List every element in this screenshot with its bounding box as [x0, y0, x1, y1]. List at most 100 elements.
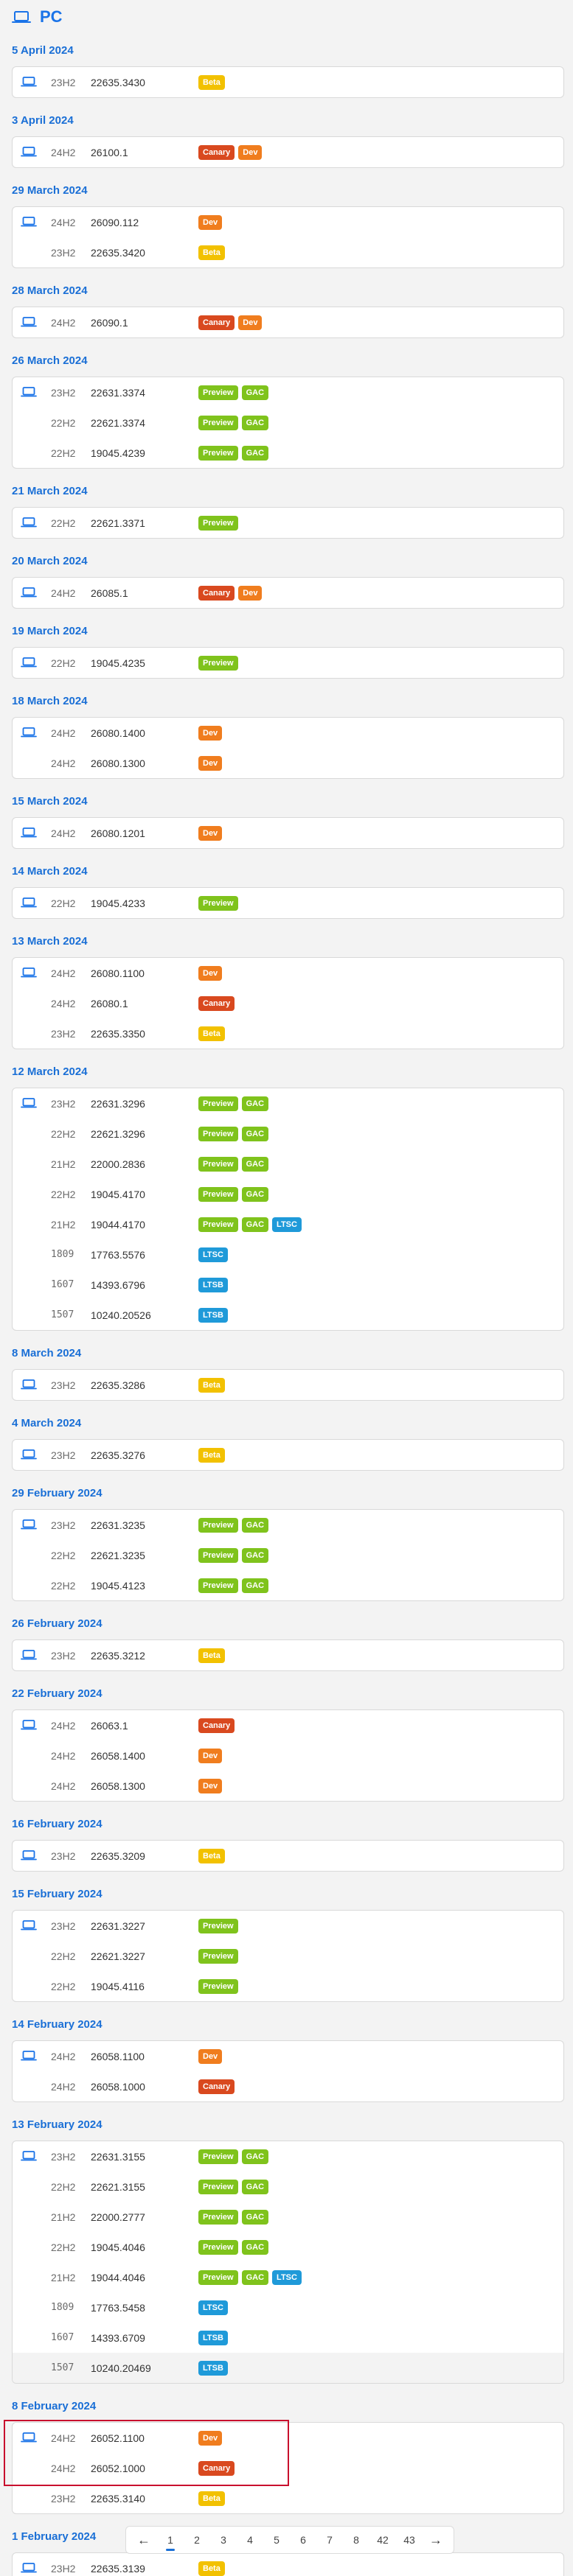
build-number[interactable]: 22635.3140: [91, 2493, 145, 2505]
build-row[interactable]: 23H2 22635.3209 Beta: [13, 1841, 563, 1871]
build-row[interactable]: 21H2 22000.2777 Preview GAC: [13, 2202, 563, 2232]
build-number[interactable]: 22631.3296: [91, 1098, 145, 1110]
build-number[interactable]: 26080.1201: [91, 827, 145, 839]
build-row[interactable]: 23H2 22635.3139 Beta: [13, 2553, 563, 2576]
build-row[interactable]: 23H2 22635.3430 Beta: [13, 67, 563, 97]
build-row[interactable]: 23H2 22631.3374 Preview GAC: [13, 377, 563, 407]
page-link[interactable]: 4: [237, 2527, 263, 2553]
build-number[interactable]: 22635.3139: [91, 2563, 145, 2575]
build-number[interactable]: 26090.112: [91, 217, 139, 228]
page-link[interactable]: 8: [343, 2527, 369, 2553]
build-number[interactable]: 26080.1100: [91, 967, 145, 979]
build-row[interactable]: 24H2 26052.1100 Dev: [13, 2423, 563, 2453]
build-row[interactable]: 23H2 22631.3235 Preview GAC: [13, 1510, 563, 1540]
build-row[interactable]: 24H2 26058.1300 Dev: [13, 1771, 563, 1801]
build-number[interactable]: 26085.1: [91, 587, 128, 599]
build-number[interactable]: 10240.20469: [91, 2362, 151, 2374]
build-row[interactable]: 1607 14393.6796 LTSB: [13, 1270, 563, 1300]
build-number[interactable]: 22000.2777: [91, 2211, 145, 2223]
build-number[interactable]: 22635.3276: [91, 1449, 145, 1461]
build-number[interactable]: 14393.6796: [91, 1279, 145, 1291]
build-number[interactable]: 22635.3209: [91, 1850, 145, 1862]
build-row[interactable]: 22H2 22621.3371 Preview: [13, 508, 563, 538]
build-number[interactable]: 22635.3420: [91, 247, 145, 259]
build-row[interactable]: 21H2 22000.2836 Preview GAC: [13, 1149, 563, 1179]
build-row[interactable]: 23H2 22635.3140 Beta: [13, 2483, 563, 2513]
build-number[interactable]: 26058.1400: [91, 1750, 145, 1762]
build-number[interactable]: 19045.4046: [91, 2241, 145, 2253]
build-number[interactable]: 22631.3155: [91, 2151, 145, 2163]
build-row[interactable]: 22H2 19045.4239 Preview GAC: [13, 438, 563, 468]
build-number[interactable]: 17763.5576: [91, 1249, 145, 1261]
build-number[interactable]: 22621.3374: [91, 417, 145, 429]
arrow-right-icon[interactable]: →: [423, 2527, 449, 2553]
build-row[interactable]: 22H2 19045.4046 Preview GAC: [13, 2232, 563, 2262]
arrow-left-icon[interactable]: ←: [131, 2527, 157, 2553]
build-number[interactable]: 22631.3374: [91, 387, 145, 399]
build-number[interactable]: 22635.3350: [91, 1028, 145, 1040]
build-number[interactable]: 17763.5458: [91, 2302, 145, 2314]
build-row[interactable]: 24H2 26090.1 Canary Dev: [13, 307, 563, 337]
build-number[interactable]: 19045.4235: [91, 657, 145, 669]
build-row[interactable]: 21H2 19044.4170 Preview GAC LTSC: [13, 1209, 563, 1239]
build-number[interactable]: 26058.1300: [91, 1780, 145, 1792]
build-row[interactable]: 23H2 22631.3155 Preview GAC: [13, 2141, 563, 2171]
build-row[interactable]: 23H2 22635.3212 Beta: [13, 1640, 563, 1670]
build-number[interactable]: 22621.3371: [91, 517, 145, 529]
build-number[interactable]: 14393.6709: [91, 2332, 145, 2344]
build-row[interactable]: 22H2 22621.3155 Preview GAC: [13, 2171, 563, 2202]
build-number[interactable]: 22631.3227: [91, 1920, 145, 1932]
build-row[interactable]: 21H2 19044.4046 Preview GAC LTSC: [13, 2262, 563, 2292]
build-row[interactable]: 22H2 22621.3227 Preview: [13, 1941, 563, 1971]
build-row[interactable]: 23H2 22635.3350 Beta: [13, 1018, 563, 1049]
build-row[interactable]: 22H2 19045.4123 Preview GAC: [13, 1570, 563, 1600]
build-number[interactable]: 22000.2836: [91, 1158, 145, 1170]
build-row[interactable]: 24H2 26085.1 Canary Dev: [13, 578, 563, 608]
build-number[interactable]: 26052.1100: [91, 2432, 145, 2444]
build-row[interactable]: 24H2 26080.1100 Dev: [13, 958, 563, 988]
build-number[interactable]: 19045.4123: [91, 1580, 145, 1592]
build-row[interactable]: 23H2 22635.3276 Beta: [13, 1440, 563, 1470]
page-link[interactable]: 42: [369, 2527, 396, 2553]
page-link[interactable]: 7: [316, 2527, 343, 2553]
build-row[interactable]: 1507 10240.20526 LTSB: [13, 1300, 563, 1330]
build-row[interactable]: 24H2 26058.1000 Canary: [13, 2071, 563, 2101]
build-number[interactable]: 26080.1: [91, 998, 128, 1009]
build-number[interactable]: 22635.3212: [91, 1650, 145, 1662]
build-number[interactable]: 22621.3155: [91, 2181, 145, 2193]
build-number[interactable]: 19045.4233: [91, 897, 145, 909]
build-number[interactable]: 22635.3430: [91, 77, 145, 88]
build-row[interactable]: 22H2 19045.4233 Preview: [13, 888, 563, 918]
page-link[interactable]: 2: [184, 2527, 210, 2553]
build-row[interactable]: 23H2 22635.3420 Beta: [13, 237, 563, 267]
build-number[interactable]: 19045.4116: [91, 1981, 145, 1992]
build-row[interactable]: 24H2 26058.1400 Dev: [13, 1740, 563, 1771]
build-row[interactable]: 23H2 22631.3227 Preview: [13, 1911, 563, 1941]
build-row[interactable]: 24H2 26058.1100 Dev: [13, 2041, 563, 2071]
build-number[interactable]: 26100.1: [91, 147, 128, 158]
build-row[interactable]: 24H2 26080.1 Canary: [13, 988, 563, 1018]
build-row[interactable]: 1507 10240.20469 LTSB: [13, 2353, 563, 2383]
build-number[interactable]: 26058.1100: [91, 2051, 145, 2062]
build-row[interactable]: 23H2 22631.3296 Preview GAC: [13, 1088, 563, 1119]
page-link[interactable]: 3: [210, 2527, 237, 2553]
build-number[interactable]: 26058.1000: [91, 2081, 145, 2093]
build-row[interactable]: 1809 17763.5576 LTSC: [13, 1239, 563, 1270]
build-row[interactable]: 23H2 22635.3286 Beta: [13, 1370, 563, 1400]
build-number[interactable]: 26080.1300: [91, 757, 145, 769]
build-row[interactable]: 1607 14393.6709 LTSB: [13, 2323, 563, 2353]
build-number[interactable]: 26052.1000: [91, 2463, 145, 2474]
page-link[interactable]: 1: [157, 2527, 184, 2553]
build-row[interactable]: 24H2 26100.1 Canary Dev: [13, 137, 563, 167]
build-number[interactable]: 19044.4046: [91, 2272, 145, 2283]
build-row[interactable]: 24H2 26090.112 Dev: [13, 207, 563, 237]
build-number[interactable]: 19044.4170: [91, 1219, 145, 1231]
build-number[interactable]: 19045.4239: [91, 447, 145, 459]
build-number[interactable]: 22621.3235: [91, 1550, 145, 1561]
build-row[interactable]: 24H2 26080.1400 Dev: [13, 718, 563, 748]
build-row[interactable]: 24H2 26080.1201 Dev: [13, 818, 563, 848]
build-number[interactable]: 22631.3235: [91, 1519, 145, 1531]
build-row[interactable]: 24H2 26063.1 Canary: [13, 1710, 563, 1740]
build-row[interactable]: 24H2 26052.1000 Canary: [13, 2453, 563, 2483]
build-row[interactable]: 22H2 19045.4235 Preview: [13, 648, 563, 678]
